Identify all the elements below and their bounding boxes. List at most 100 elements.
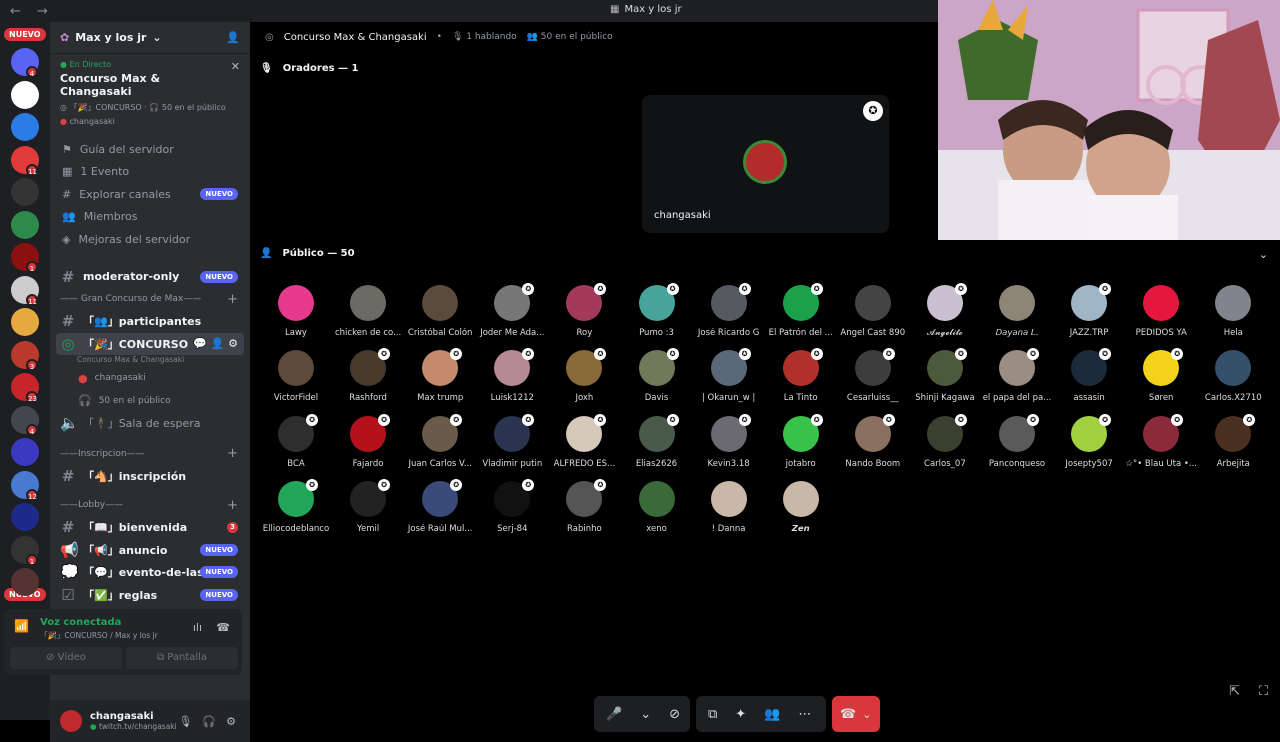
server-icon[interactable] (11, 568, 39, 596)
audience-member[interactable]: ✪ ☆°• Blau Uta •... (1125, 413, 1197, 469)
channel-participantes[interactable]: # 「👥」participantes (50, 310, 250, 333)
channel-concurso[interactable]: ◎ 「🎉」CONCURSO 💬 👤 ⚙ (56, 332, 244, 355)
audience-member[interactable]: ✪ Vladimir putin (476, 413, 548, 469)
audience-member[interactable]: chicken de co... (332, 285, 404, 338)
audience-member[interactable]: Carlos.X2710 (1197, 350, 1269, 403)
audience-member[interactable]: ✪ Kevin3.18 (693, 413, 765, 469)
nav-arrows[interactable]: ← → (0, 4, 54, 19)
server-icon[interactable] (11, 503, 39, 531)
channel-bienvenida[interactable]: # 「📖」bienvenida 3 (50, 516, 250, 539)
audience-member[interactable]: ✪ Luisk1212 (476, 348, 548, 403)
audience-member[interactable]: ✪ Søren (1125, 348, 1197, 403)
audience-member[interactable]: ✪ Arbejita (1197, 413, 1269, 469)
audience-member[interactable]: ✪ BCA (260, 413, 332, 469)
speaker-tile[interactable]: ✪ changasaki (642, 95, 889, 233)
noise-suppression-icon[interactable]: ılı (193, 621, 202, 634)
invite-icon[interactable]: 👥 (764, 707, 780, 722)
headphones-icon[interactable]: 🎧 (202, 715, 216, 728)
plus-icon[interactable]: + (227, 446, 238, 461)
audience-member[interactable]: ✪ Rashford (332, 348, 404, 403)
audience-member[interactable]: ✪ Panconqueso (981, 413, 1053, 469)
audience-member[interactable]: ✪ 𝓐𝓷𝓰𝓮𝓵𝓲𝓽𝓸 (909, 283, 981, 338)
server-icon[interactable] (11, 438, 39, 466)
fullscreen-icon[interactable]: ⛶ (1259, 684, 1268, 699)
audience-member[interactable]: ✪ Elias2626 (621, 413, 693, 469)
audience-member[interactable]: xeno (621, 480, 693, 534)
audience-member[interactable]: ✪ Roy (548, 283, 620, 338)
microphone-icon[interactable]: 🎙 (178, 715, 192, 728)
channel-evento[interactable]: 💭 「💬」evento-de-las... NUEVO (50, 561, 250, 584)
audience-member[interactable]: ✪ José Raúl Mul... (404, 478, 476, 534)
voice-status[interactable]: Voz conectada (40, 617, 121, 628)
stage-host-item[interactable]: ● changasaki (50, 367, 250, 390)
more-options-icon[interactable]: ⋯ (798, 707, 811, 722)
audience-member[interactable]: ✪ Juan Carlos V... (404, 413, 476, 469)
screen-share-icon[interactable]: ⧉ (708, 707, 717, 722)
category-inscripcion[interactable]: ——Inscripcion—— + (50, 443, 250, 465)
audience-member[interactable]: ✪ ALFREDO ES... (548, 413, 620, 469)
audience-member[interactable]: Cristóbal Colón (404, 285, 476, 338)
server-icon[interactable] (11, 210, 39, 239)
server-icon[interactable] (11, 308, 39, 336)
server-icon[interactable] (11, 178, 39, 206)
user-avatar[interactable] (60, 710, 82, 732)
audience-member[interactable]: Lawy (260, 285, 332, 338)
chevron-down-icon[interactable]: ⌄ (1259, 248, 1268, 261)
audience-member[interactable]: 𝘋𝘢𝘺𝘢𝘯𝘢 𝘓. (981, 285, 1053, 338)
add-member-icon[interactable]: 👤 (226, 31, 240, 44)
leave-stage-button[interactable]: ☎ ⌄ (832, 696, 880, 732)
audience-member[interactable]: ✪ Josepty507 (1053, 413, 1125, 469)
channel-anuncio[interactable]: 📢 「📢」anuncio NUEVO (50, 539, 250, 562)
members-item[interactable]: 👥 Miembros (50, 206, 250, 229)
audience-member[interactable]: ✪ Cesarluiss__ (837, 348, 909, 403)
audience-member[interactable]: ✪ JAZZ.TRP (1053, 283, 1125, 338)
events-item[interactable]: ▦ 1 Evento (50, 161, 250, 184)
gear-icon[interactable]: ⚙ (226, 715, 236, 728)
audience-member[interactable]: ✪ Joxh (548, 348, 620, 403)
video-off-icon[interactable]: ⊘ (669, 707, 680, 722)
audience-member[interactable]: PEDIDOS YA (1125, 285, 1197, 338)
plus-icon[interactable]: + (227, 292, 238, 307)
audience-member[interactable]: ✪ Serj-84 (476, 478, 548, 534)
audience-member[interactable]: ✪ jotabro (765, 413, 837, 469)
audience-member[interactable]: ✪ Joder Me Ada... (476, 283, 548, 338)
audience-member[interactable]: ✪ Yemil (332, 478, 404, 534)
plus-icon[interactable]: + (227, 498, 238, 513)
channel-inscripcion[interactable]: # 「🐴」inscripción (50, 465, 250, 488)
server-boosts[interactable]: ◈ Mejoras del servidor (50, 228, 250, 251)
audience-member[interactable]: ✪ Max trump (404, 348, 476, 403)
audience-member[interactable]: VictorFidel (260, 350, 332, 403)
video-button[interactable]: ⊘ Vídeo (10, 647, 122, 669)
audience-member[interactable]: ✪ Davis (621, 348, 693, 403)
live-stage-card[interactable]: ● En Directo ✕ Concurso Max & Changasaki … (50, 54, 250, 132)
audience-member[interactable]: ✪ Carlos_07 (909, 413, 981, 469)
channel-sala-de-espera[interactable]: 🔈 「🕴」Sala de espera (50, 412, 250, 435)
audience-member[interactable]: ✪ Pumo :3 (621, 283, 693, 338)
stage-audience-item[interactable]: 🎧 50 en el público (50, 390, 250, 413)
popout-icon[interactable]: ⇱ (1229, 684, 1240, 699)
microphone-icon[interactable]: 🎤 (606, 707, 622, 722)
audience-member[interactable]: ✪ Nando Boom (837, 413, 909, 469)
browse-channels[interactable]: # Explorar canales NUEVO (50, 183, 250, 206)
audience-member[interactable]: ✪ Elliocodeblanco (260, 478, 332, 534)
audience-member[interactable]: ✪ assasin (1053, 348, 1125, 403)
audience-member[interactable]: ✪ Rabinho (548, 478, 620, 534)
activity-icon[interactable]: ✦ (735, 707, 746, 722)
server-guide[interactable]: ⚑ Guía del servidor (50, 138, 250, 161)
category-lobby[interactable]: ——Lobby—— + (50, 494, 250, 516)
chevron-down-icon[interactable]: ⌄ (640, 707, 651, 722)
channel-moderator-only[interactable]: # moderator-only NUEVO (50, 266, 250, 289)
audience-member[interactable]: ✪ Shinji Kagawa (909, 348, 981, 403)
screen-share-button[interactable]: ⧉ Pantalla (126, 647, 238, 669)
audience-member[interactable]: Angel Cast 890 (837, 285, 909, 338)
server-icon[interactable] (11, 80, 39, 109)
server-icon[interactable] (11, 113, 39, 141)
user-info[interactable]: changasaki ● twitch.tv/changasaki (90, 711, 177, 731)
channel-actions-icon[interactable]: 💬 👤 ⚙ (193, 337, 238, 350)
close-icon[interactable]: ✕ (231, 60, 240, 73)
server-header[interactable]: ✿ Max y los jr ⌄ 👤 (50, 22, 250, 54)
audience-member[interactable]: ✪ | Okarun_w | (693, 348, 765, 403)
channel-reglas[interactable]: ☑ 「✅」reglas NUEVO (50, 584, 250, 607)
audience-member[interactable]: 𝙕𝙚𝙣 (765, 480, 837, 534)
audience-member[interactable]: ✪ El Patrón del ... (765, 283, 837, 338)
